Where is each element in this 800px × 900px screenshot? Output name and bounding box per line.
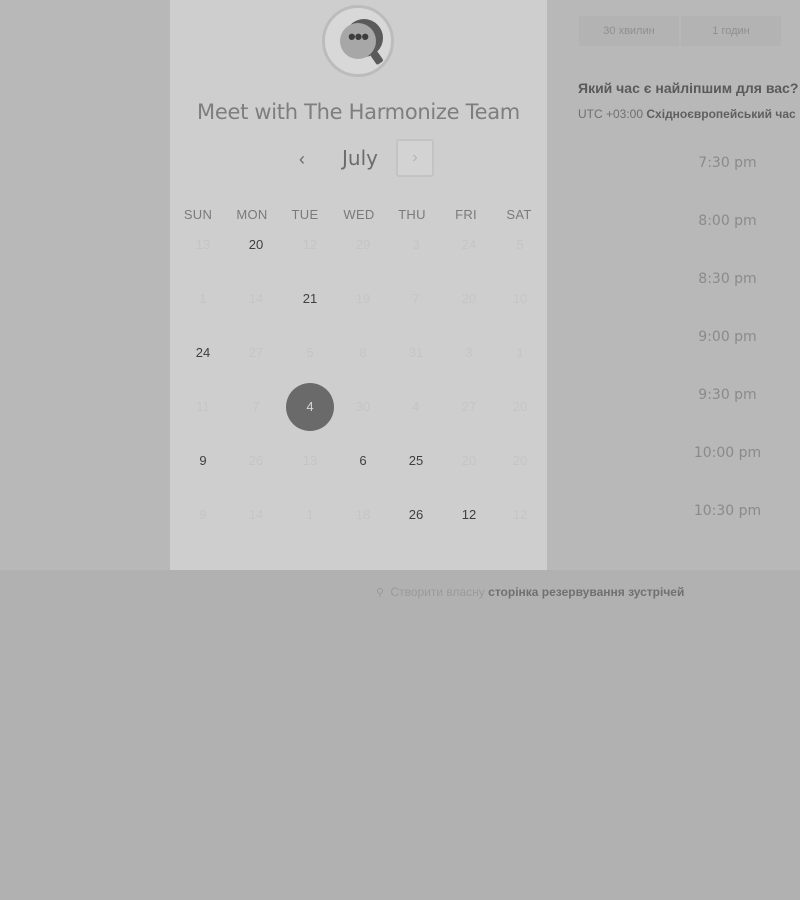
calendar-day: 13 (302, 453, 318, 468)
calendar-day: 31 (408, 345, 424, 360)
create-booking-page-link[interactable]: ⚲ Створити власну сторінка резервування … (376, 585, 684, 599)
team-avatar: ••• (322, 5, 394, 77)
time-slot[interactable]: 10:00 pm (680, 445, 775, 461)
duration-tab-1-hour[interactable]: 1 годин (681, 16, 781, 46)
calendar-day: 7 (252, 399, 260, 414)
time-slot[interactable]: 9:00 pm (680, 329, 775, 345)
duration-tab-30-min[interactable]: 30 хвилин (579, 16, 679, 46)
meeting-title: Meet with The Harmonize Team (197, 100, 520, 124)
time-slot[interactable]: 9:30 pm (680, 387, 775, 403)
calendar-day[interactable]: 6 (343, 449, 383, 473)
calendar-day: 1 (306, 507, 314, 522)
time-slot[interactable]: 7:30 pm (680, 155, 775, 171)
weekday-sat: SAT (506, 207, 532, 222)
calendar-day[interactable]: 9 (183, 449, 223, 473)
footer-link-text: сторінка резервування зустрічей (488, 585, 685, 599)
calendar-day: 13 (195, 237, 211, 252)
calendar-day: 9 (199, 507, 207, 522)
calendar-panel (170, 0, 547, 570)
calendar-day: 8 (359, 345, 367, 360)
calendar-day[interactable]: 24 (183, 341, 223, 365)
chat-bubble-tail (370, 50, 384, 66)
calendar-day: 5 (306, 345, 314, 360)
next-month-button[interactable]: › (396, 139, 434, 177)
calendar-day: 5 (516, 237, 524, 252)
calendar-day: 20 (461, 291, 477, 306)
calendar-day: 14 (248, 291, 264, 306)
time-slot[interactable]: 8:00 pm (680, 213, 775, 229)
weekday-tue: TUE (291, 207, 319, 222)
calendar-day-selected[interactable]: 4 (286, 383, 334, 431)
calendar-day[interactable]: 26 (396, 503, 436, 527)
calendar-day: 30 (355, 399, 371, 414)
time-question: Який час є найліпшим для вас? (578, 80, 799, 96)
calendar-day: 14 (248, 507, 264, 522)
link-icon: ⚲ (376, 587, 385, 599)
weekday-sun: SUN (183, 207, 213, 222)
calendar-day: 1 (516, 345, 524, 360)
weekday-mon: MON (236, 207, 268, 222)
month-label: July (342, 146, 378, 170)
calendar-day: 29 (355, 237, 371, 252)
calendar-day: 3 (412, 237, 420, 252)
month-navigation: ‹ July › (170, 139, 547, 181)
calendar-day[interactable]: 20 (236, 233, 276, 257)
calendar-day: 4 (412, 399, 420, 414)
calendar-day: 20 (461, 453, 477, 468)
calendar-day: 26 (248, 453, 264, 468)
time-slot[interactable]: 8:30 pm (680, 271, 775, 287)
calendar-day: 1 (199, 291, 207, 306)
timezone-name: Східноєвропейський час (646, 107, 796, 121)
calendar-day: 11 (196, 399, 210, 414)
calendar-day: 20 (512, 399, 528, 414)
calendar-day: 19 (355, 291, 371, 306)
previous-month-button[interactable]: ‹ (288, 147, 316, 171)
calendar-day: 24 (461, 237, 477, 252)
calendar-day: 10 (512, 291, 528, 306)
calendar-day[interactable]: 21 (290, 287, 330, 311)
weekday-wed: WED (343, 207, 375, 222)
calendar-day: 12 (512, 507, 528, 522)
footer-prefix: Створити власну (390, 585, 485, 599)
timezone-offset: UTC +03:00 (578, 107, 644, 121)
calendar-day[interactable]: 25 (396, 449, 436, 473)
weekday-fri: FRI (455, 207, 477, 222)
weekday-thu: THU (398, 207, 426, 222)
ellipsis-icon: ••• (340, 23, 376, 59)
calendar-day: 27 (461, 399, 477, 414)
time-slot[interactable]: 10:30 pm (680, 503, 775, 519)
calendar-day: 7 (412, 291, 420, 306)
calendar-day[interactable]: 12 (449, 503, 489, 527)
calendar-day: 20 (512, 453, 528, 468)
calendar-day: 3 (465, 345, 473, 360)
timezone-selector[interactable]: UTC +03:00 Східноєвропейський час (578, 107, 796, 121)
calendar-day: 18 (355, 507, 371, 522)
calendar-day: 12 (302, 237, 318, 252)
calendar-day: 27 (248, 345, 264, 360)
